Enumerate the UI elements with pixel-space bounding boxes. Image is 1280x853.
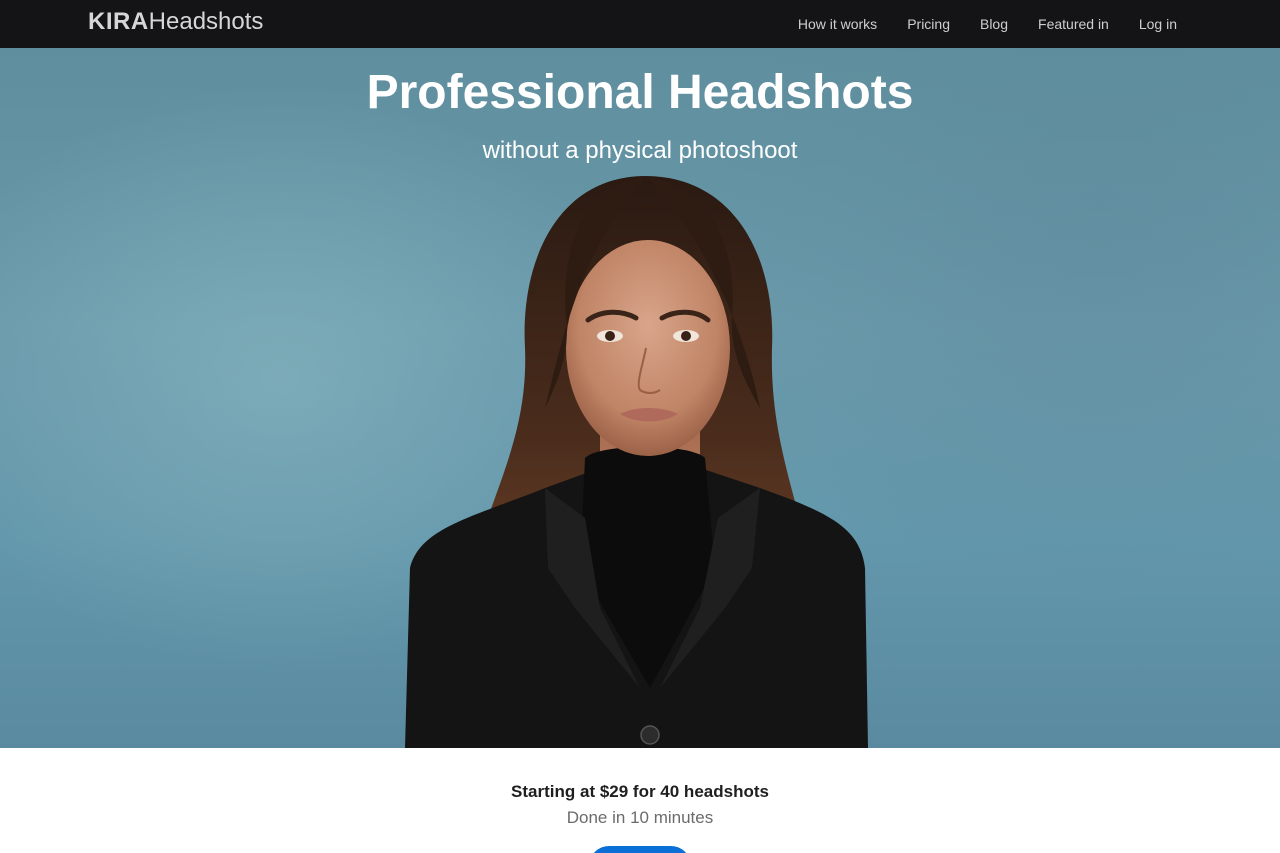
brand-logo-regular: Headshots bbox=[148, 8, 264, 35]
pricing-summary: Starting at $29 for 40 headshots Done in… bbox=[0, 780, 1280, 831]
top-navbar: KIRAHeadshots How it works Pricing Blog … bbox=[0, 0, 1280, 48]
nav-featured-in[interactable]: Featured in bbox=[1038, 16, 1109, 32]
nav-blog[interactable]: Blog bbox=[980, 16, 1008, 32]
brand-logo[interactable]: KIRAHeadshots bbox=[88, 8, 263, 36]
nav-pricing[interactable]: Pricing bbox=[907, 16, 950, 32]
nav-how-it-works[interactable]: How it works bbox=[798, 16, 877, 32]
face bbox=[566, 240, 730, 456]
cta-button[interactable] bbox=[589, 846, 691, 853]
price-line: Starting at $29 for 40 headshots bbox=[511, 782, 769, 801]
nav-links: How it works Pricing Blog Featured in Lo… bbox=[798, 0, 1177, 48]
brand-logo-bold: KIRA bbox=[88, 8, 149, 35]
nav-log-in[interactable]: Log in bbox=[1139, 16, 1177, 32]
turnaround-line: Done in 10 minutes bbox=[566, 808, 714, 827]
hero-section: Professional Headshots without a physica… bbox=[0, 48, 1280, 748]
hero-title: Professional Headshots bbox=[366, 66, 914, 119]
hero-subtitle: without a physical photoshoot bbox=[482, 137, 798, 164]
jacket-button bbox=[640, 725, 660, 745]
